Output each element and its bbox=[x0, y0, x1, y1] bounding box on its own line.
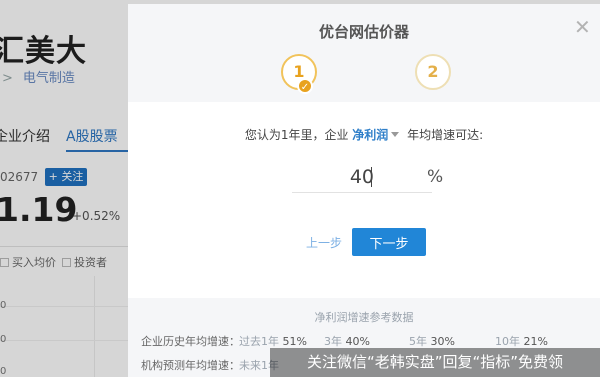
question-suffix: 年均增速可达: bbox=[407, 128, 484, 142]
growth-value: 30% bbox=[430, 335, 455, 348]
chevron-down-icon[interactable] bbox=[391, 132, 400, 137]
modal-header: 优台网估价器 ✕ 1 ✓ 2 bbox=[128, 4, 600, 102]
reference-title: 净利润增速参考数据 bbox=[314, 311, 414, 324]
metric-dropdown[interactable]: 净利润 bbox=[352, 128, 403, 142]
metric-label: 净利润 bbox=[352, 128, 389, 142]
history-3y: 3年 40% bbox=[324, 333, 370, 349]
watermark-banner: 关注微信“老韩实盘”回复“指标”免费领 bbox=[270, 348, 600, 377]
text-cursor bbox=[371, 167, 372, 187]
period-label: 10年 bbox=[495, 335, 520, 348]
step-2-indicator: 2 bbox=[415, 54, 451, 90]
growth-value: 51% bbox=[282, 335, 307, 348]
period-label: 过去1年 bbox=[239, 335, 279, 348]
next-step-button[interactable]: 下一步 bbox=[352, 228, 426, 256]
check-icon: ✓ bbox=[297, 78, 313, 94]
growth-value: 21% bbox=[523, 335, 548, 348]
modal-title: 优台网估价器 bbox=[318, 23, 409, 41]
history-growth-label: 企业历史年均增速： bbox=[141, 335, 240, 348]
previous-step-link[interactable]: 上一步 bbox=[306, 234, 342, 251]
percent-unit: % bbox=[427, 167, 444, 187]
history-1y: 过去1年 51% bbox=[239, 333, 307, 349]
valuation-modal: 优台网估价器 ✕ 1 ✓ 2 您认为1年里，企业 净利润 年均增速可达: % 上… bbox=[128, 4, 600, 377]
growth-question: 您认为1年里，企业 净利润 年均增速可达: bbox=[128, 126, 600, 143]
period-label: 5年 bbox=[409, 335, 427, 348]
close-icon[interactable]: ✕ bbox=[574, 17, 591, 37]
growth-rate-input[interactable] bbox=[292, 161, 432, 193]
period-label: 3年 bbox=[324, 335, 342, 348]
growth-value: 40% bbox=[345, 335, 370, 348]
question-prefix: 您认为1年里，企业 bbox=[244, 128, 349, 142]
history-5y: 5年 30% bbox=[409, 333, 455, 349]
forecast-growth-label: 机构预测年均增速： bbox=[141, 359, 240, 372]
history-10y: 10年 21% bbox=[495, 333, 548, 349]
